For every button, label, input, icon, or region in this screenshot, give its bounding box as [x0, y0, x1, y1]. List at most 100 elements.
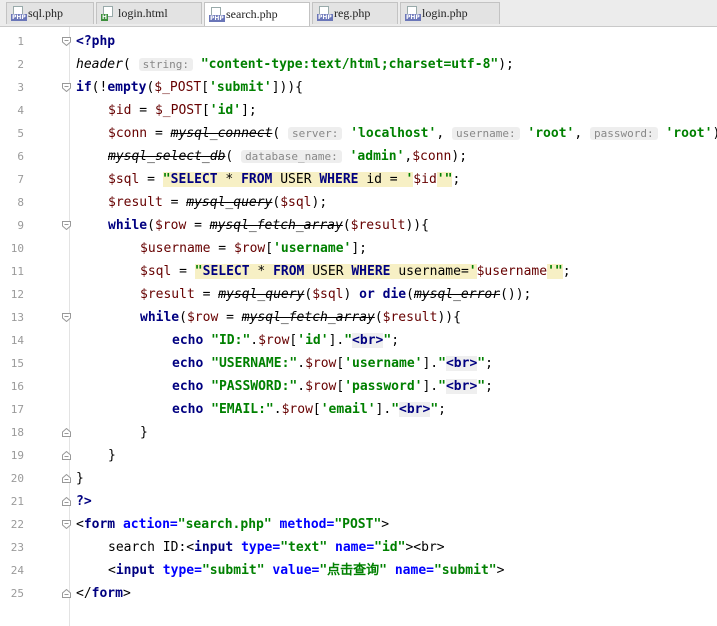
- code-line-6[interactable]: mysql_select_db( database_name: 'admin',…: [108, 145, 467, 168]
- punct: ].: [375, 402, 392, 417]
- line-number: 4: [17, 104, 24, 117]
- fold-close-icon[interactable]: [62, 497, 71, 506]
- punct: (: [122, 57, 131, 72]
- line-number: 16: [10, 380, 24, 393]
- fold-close-icon[interactable]: [62, 428, 71, 437]
- tab-search-php[interactable]: PHP search.php: [204, 2, 310, 26]
- line-number: 13: [10, 311, 24, 324]
- line-number: 2: [17, 58, 24, 71]
- code-line-4[interactable]: $id = $_POST['id'];: [108, 99, 257, 122]
- code-line-25[interactable]: </form>: [76, 582, 131, 605]
- code-line-13[interactable]: while($row = mysql_fetch_array($result))…: [140, 306, 461, 329]
- variable: $sql: [280, 195, 312, 210]
- punct: .: [250, 333, 259, 348]
- closing-brace: }: [76, 471, 84, 486]
- code-line-9[interactable]: while($row = mysql_fetch_array($result))…: [108, 214, 429, 237]
- variable: $_POST: [154, 103, 202, 118]
- fold-open-icon[interactable]: [62, 83, 71, 92]
- punct: ].: [328, 333, 345, 348]
- code-line-2[interactable]: header( string: "content-type:text/html;…: [76, 53, 514, 76]
- line-number: 10: [10, 242, 24, 255]
- variable: $sql: [312, 287, 344, 302]
- code-line-24[interactable]: <input type="submit" value="点击查询" name="…: [108, 559, 504, 582]
- deprecated-function: mysql_query: [186, 195, 273, 210]
- code-line-18[interactable]: }: [140, 421, 148, 444]
- deprecated-function: mysql_connect: [170, 126, 273, 141]
- deprecated-function: mysql_fetch_array: [241, 310, 375, 325]
- fold-open-icon[interactable]: [62, 520, 71, 529]
- html-tag-name: input: [115, 563, 155, 578]
- string-quote: ": [438, 379, 446, 394]
- deprecated-function: mysql_select_db: [108, 149, 226, 164]
- line-number: 23: [10, 541, 24, 554]
- string-literal: 'root': [665, 126, 713, 141]
- tag-bracket: >: [122, 586, 131, 601]
- fold-close-icon[interactable]: [62, 451, 71, 460]
- tab-sql-php[interactable]: PHP sql.php: [6, 2, 94, 24]
- code-line-15[interactable]: echo "USERNAME:".$row['username']."<br>"…: [172, 352, 493, 375]
- keyword: die: [382, 287, 407, 302]
- code-line-5[interactable]: $conn = mysql_connect( server: 'localhos…: [108, 122, 717, 145]
- punct: =: [218, 310, 242, 325]
- tab-login-html[interactable]: H login.html: [96, 2, 202, 24]
- punct: =: [194, 287, 219, 302]
- punct: [: [312, 402, 321, 417]
- fold-open-icon[interactable]: [62, 221, 71, 230]
- code-line-20[interactable]: }: [76, 467, 84, 490]
- code-line-8[interactable]: $result = mysql_query($sql);: [108, 191, 327, 214]
- parameter-hint: server:: [288, 127, 343, 140]
- code-line-1[interactable]: <?php: [76, 30, 115, 53]
- fold-close-icon[interactable]: [62, 474, 71, 483]
- fold-close-icon[interactable]: [62, 589, 71, 598]
- punct: ;: [452, 172, 461, 187]
- tag-bracket: <: [76, 517, 84, 532]
- br-tag: <br>: [413, 540, 445, 555]
- code-line-21[interactable]: ?>: [76, 490, 92, 513]
- code-line-17[interactable]: echo "EMAIL:".$row['email']."<br>";: [172, 398, 446, 421]
- punct: ].: [422, 379, 439, 394]
- html-attribute: type=: [241, 540, 281, 555]
- code-line-16[interactable]: echo "PASSWORD:".$row['password']."<br>"…: [172, 375, 493, 398]
- html-attribute: action=: [122, 517, 178, 532]
- php-open-tag: <?php: [76, 34, 116, 49]
- code-line-22[interactable]: <form action="search.php" method="POST">: [76, 513, 389, 536]
- line-number: 24: [10, 564, 24, 577]
- keyword: echo: [172, 402, 204, 417]
- variable: $id: [413, 172, 437, 187]
- string-quote: ": [438, 356, 446, 371]
- fold-open-icon[interactable]: [62, 37, 71, 46]
- punct: );: [451, 149, 468, 164]
- code-line-11[interactable]: $sql = "SELECT * FROM USER WHERE usernam…: [140, 260, 571, 283]
- keyword: while: [140, 310, 180, 325]
- line-number: 3: [17, 81, 24, 94]
- punct: (: [147, 218, 155, 233]
- code-line-19[interactable]: }: [108, 444, 116, 467]
- code-line-23[interactable]: search ID:<input type="text" name="id"><…: [108, 536, 445, 559]
- punct: )){: [437, 310, 461, 325]
- tab-reg-php[interactable]: PHP reg.php: [312, 2, 398, 24]
- code-line-12[interactable]: $result = mysql_query($sql) or die(mysql…: [140, 283, 531, 306]
- code-line-3[interactable]: if(!empty($_POST['submit'])){: [76, 76, 303, 99]
- punct: );: [498, 57, 514, 72]
- string-quote: ": [344, 333, 353, 348]
- string-literal: 'password': [344, 379, 423, 394]
- sql-text: *: [217, 172, 242, 187]
- string-quote: ': [468, 264, 477, 279]
- sql-text: USER: [272, 172, 320, 187]
- punct: .: [297, 379, 306, 394]
- fold-open-icon[interactable]: [62, 313, 71, 322]
- variable: $row: [186, 310, 219, 325]
- line-number: 9: [17, 219, 24, 232]
- html-tag: <br>: [352, 333, 384, 348]
- code-line-7[interactable]: $sql = "SELECT * FROM USER WHERE id = '$…: [108, 168, 460, 191]
- code-line-14[interactable]: echo "ID:".$row['id']."<br>";: [172, 329, 399, 352]
- tab-login-php[interactable]: PHP login.php: [400, 2, 500, 24]
- code-line-10[interactable]: $username = $row['username'];: [140, 237, 367, 260]
- punct: ;: [485, 379, 493, 394]
- string-literal: "EMAIL:": [211, 402, 274, 417]
